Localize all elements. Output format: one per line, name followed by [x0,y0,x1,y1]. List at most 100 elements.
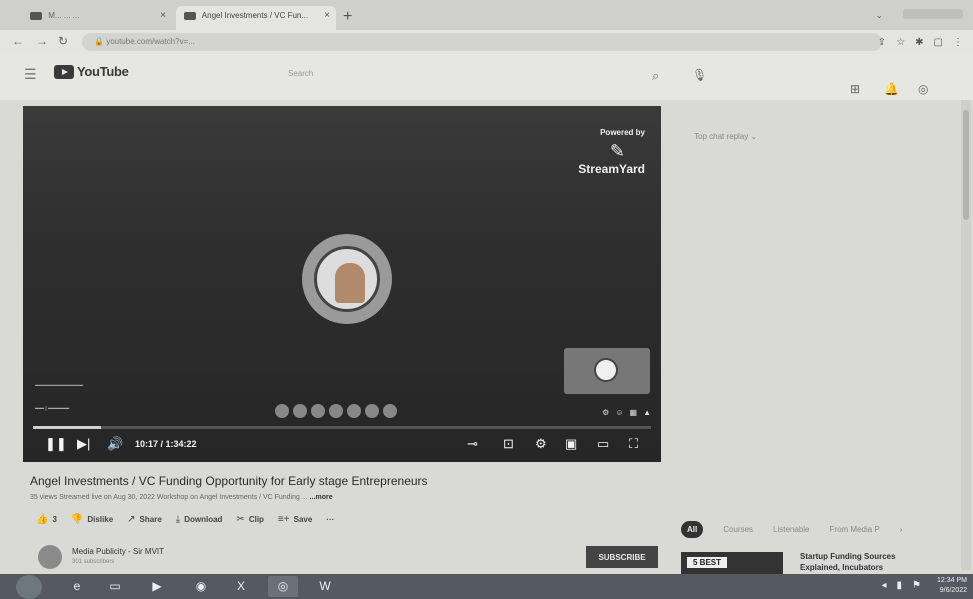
scissors-icon: ✂ [236,514,245,525]
video-player[interactable]: Powered by ✎ StreamYard ━━━━━━━━━━━━━━━━… [23,106,661,462]
address-bar-row: ← → ↻ 🔒 youtube.com/watch?v=... ⇪ ☆ ✱ ▢ … [0,30,973,54]
volume-tray-icon[interactable]: ◂ [881,580,886,591]
subscriber-count: 301 subscribers [72,559,115,565]
thumbs-up-icon: 👍 [36,514,49,525]
share-icon[interactable]: ⇪ [878,37,886,48]
chat-replay-dropdown[interactable]: Top chat replay ⌄ [694,132,757,141]
reload-icon[interactable]: ↻ [58,34,68,48]
create-video-icon[interactable]: ⊞ [850,82,860,96]
miniplayer-icon[interactable]: ▣ [565,436,577,452]
account-icon[interactable]: ◎ [918,82,928,96]
clock-date: 9/6/2022 [939,587,967,594]
download-icon: ⤓ [175,514,181,525]
chrome-icon[interactable]: ◎ [268,576,298,597]
file-explorer-icon[interactable]: ▭ [100,576,130,597]
youtube-logo[interactable]: YouTube [54,64,129,79]
picture-in-picture-thumbnail [564,348,650,394]
mail-icon [30,11,42,20]
volume-icon[interactable]: 🔊 [107,436,123,452]
dislike-label: Dislike [87,515,114,524]
hamburger-menu-icon[interactable]: ☰ [24,66,37,83]
save-button[interactable]: ≡+ Save [278,514,312,525]
puzzle-icon[interactable]: ✱ [915,37,923,48]
scrollbar-thumb[interactable] [963,110,969,220]
network-icon[interactable]: ▮ [897,580,903,591]
like-count: 3 [52,515,57,524]
download-label: Download [184,515,223,524]
flag-icon[interactable]: ⚑ [912,580,921,591]
autoplay-toggle-icon[interactable]: ⊸ [467,436,478,452]
pause-icon[interactable]: ❚❚ [45,436,67,452]
window-controls[interactable] [903,9,963,19]
streamyard-watermark: Powered by ✎ StreamYard [578,128,645,176]
tab-label: M... ... ... [48,11,80,20]
browser-tab-mail[interactable]: M... ... ... × [22,6,172,30]
chip-courses[interactable]: Courses [723,525,753,534]
subtitles-icon[interactable]: ⊡ [503,436,514,452]
recommended-video-thumbnail[interactable]: 5 BEST [681,552,783,574]
search-icon[interactable]: ⌕ [652,68,659,84]
close-icon[interactable]: × [324,10,330,21]
chip-all[interactable]: All [681,521,704,538]
search-input[interactable]: Search [280,62,680,88]
system-tray-icons: ◂ ▮ ⚑ [881,580,921,591]
progress-bar[interactable] [33,426,651,429]
toolbar-dot [293,404,307,418]
word-icon[interactable]: W [310,576,340,597]
chip-listenable[interactable]: Listenable [773,525,809,534]
progress-bar-fill [33,426,101,429]
settings-gear-icon[interactable]: ⚙ [535,436,547,452]
tab-label: Angel Investments / VC Fun... [201,11,309,20]
download-button[interactable]: ⤓ Download [176,514,223,525]
elapsed-time: 10:17 / 1:34:22 [135,439,197,449]
share-button[interactable]: ↗ Share [127,514,162,525]
menu-icon[interactable]: ⋮ [953,37,963,48]
clip-button[interactable]: ✂ Clip [236,514,264,525]
page-scrollbar[interactable] [961,100,971,570]
media-player-icon[interactable]: ▶ [142,576,172,597]
chevron-right-icon[interactable]: › [900,525,903,534]
start-button[interactable] [16,575,42,599]
tab-search-icon[interactable]: ⌄ [875,10,883,21]
speaker-photo [314,246,380,312]
close-icon[interactable]: × [160,10,166,21]
subscribe-button[interactable]: SUBSCRIBE [586,546,658,568]
fullscreen-icon[interactable]: ⛶ [629,436,638,452]
speaker-name-strip: ━━━━━━━━━━━━━━━━ [35,383,84,389]
save-label: Save [293,515,313,524]
share-arrow-icon: ↗ [127,514,136,525]
microphone-icon[interactable]: 🎙 [692,68,707,82]
dislike-button[interactable]: 👎 Dislike [71,514,113,525]
url-bar[interactable]: 🔒 youtube.com/watch?v=... [82,33,882,51]
internet-explorer-icon[interactable]: e [62,576,92,597]
sidebar-icon[interactable]: ▢ [934,37,943,48]
app-icon[interactable]: ◉ [186,576,216,597]
channel-name[interactable]: Media Publicity - Sir MVIT [72,547,164,556]
warning-icon: ▲ [643,408,651,417]
chip-from-media[interactable]: From Media P [830,525,880,534]
back-icon[interactable]: ← [12,34,24,48]
clock-icon [594,358,618,382]
thumbnail-label: 5 BEST [687,557,728,568]
system-clock[interactable]: 12:34 PM 9/6/2022 [937,576,967,596]
lock-icon: 🔒 [94,37,107,46]
new-tab-button[interactable]: + [343,8,352,26]
excel-icon[interactable]: X [226,576,256,597]
video-title: Angel Investments / VC Funding Opportuni… [30,474,428,488]
toolbar-dot [347,404,361,418]
notifications-icon[interactable]: 🔔 [884,82,899,96]
toolbar-dot [275,404,289,418]
video-meta[interactable]: 35 views Streamed live on Aug 30, 2022 W… [30,494,333,501]
forward-icon[interactable]: → [36,34,48,48]
channel-avatar[interactable] [38,545,62,569]
recommended-video-title[interactable]: Startup Funding Sources Explained, Incub… [800,551,920,573]
browser-tab-youtube[interactable]: Angel Investments / VC Fun... × [176,6,336,30]
next-icon[interactable]: ▶| [77,436,90,452]
toolbar-dot [311,404,325,418]
browser-tab-bar: M... ... ... × Angel Investments / VC Fu… [0,0,973,30]
like-button[interactable]: 👍 3 [36,514,57,525]
show-more-link[interactable]: ...more [310,494,333,501]
star-icon[interactable]: ☆ [896,37,905,48]
theater-mode-icon[interactable]: ▭ [597,436,609,452]
more-actions-button[interactable]: ··· [326,514,334,525]
